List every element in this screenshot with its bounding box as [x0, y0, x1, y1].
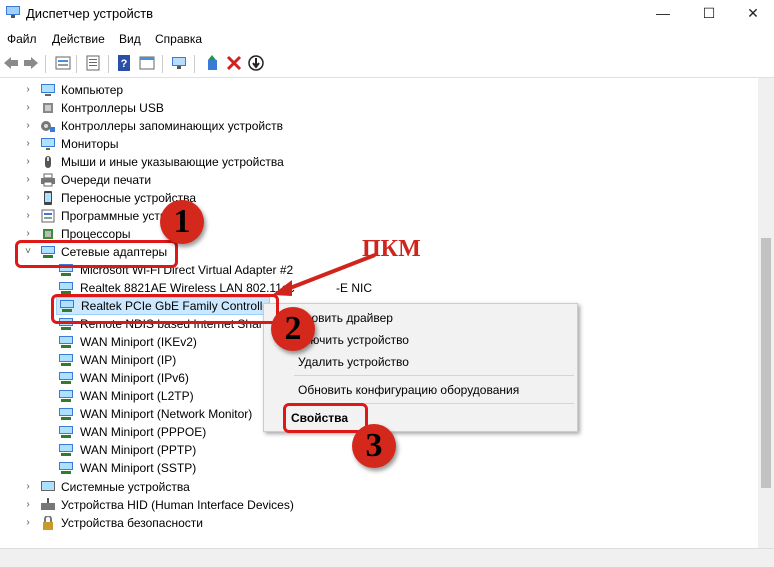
system-device-icon	[41, 481, 55, 491]
network-adapter-icon	[59, 390, 73, 402]
chevron-right-icon[interactable]: ›	[22, 514, 34, 532]
toolbar-separator	[194, 55, 195, 73]
network-adapter-icon	[59, 444, 73, 456]
menu-item-scan-hardware[interactable]: Обновить конфигурацию оборудования	[298, 383, 519, 397]
tree-view-icon[interactable]	[54, 54, 72, 72]
callout-network-adapters	[15, 240, 178, 268]
step-badge-3: 3	[352, 424, 396, 468]
monitor-icon	[41, 138, 55, 150]
properties-icon[interactable]	[84, 54, 102, 72]
tree-item-label: Контроллеры запоминающих устройств	[61, 119, 283, 133]
status-bar	[0, 548, 774, 567]
network-adapter-icon	[59, 336, 73, 348]
close-button[interactable]: ✕	[738, 2, 768, 24]
tree-item-label: Системные устройства	[61, 480, 190, 494]
tree-item-label: Контроллеры USB	[61, 101, 164, 115]
menu-item-disable-device[interactable]: ключить устройство	[298, 333, 409, 347]
step-badge-1: 1	[160, 200, 204, 244]
tree-item-label: Устройства безопасности	[61, 516, 203, 530]
uninstall-icon[interactable]	[225, 54, 243, 72]
chevron-right-icon[interactable]: ›	[22, 117, 34, 135]
chevron-right-icon[interactable]: ›	[22, 99, 34, 117]
adapter-label: WAN Miniport (L2TP)	[80, 389, 194, 403]
tree-item-label: Компьютер	[61, 83, 124, 97]
update-driver-icon[interactable]	[203, 54, 221, 72]
pkm-annotation: ПКМ	[362, 236, 421, 262]
window-title: Диспетчер устройств	[26, 6, 154, 21]
adapter-label: WAN Miniport (PPTP)	[80, 443, 197, 457]
network-adapter-icon	[59, 282, 73, 294]
menu-separator	[294, 375, 574, 376]
computer-icon	[41, 84, 55, 96]
chevron-right-icon[interactable]: ›	[22, 496, 34, 514]
maximize-button[interactable]: ☐	[694, 2, 724, 24]
printer-icon	[41, 173, 55, 187]
help-icon[interactable]: ?	[116, 54, 134, 72]
toolbar: ?	[0, 51, 774, 78]
chevron-right-icon[interactable]: ›	[22, 81, 34, 99]
chevron-right-icon[interactable]: ›	[22, 207, 34, 225]
adapter-label: WAN Miniport (SSTP)	[80, 461, 197, 475]
chevron-right-icon[interactable]: ›	[22, 135, 34, 153]
toolbar-separator	[45, 55, 46, 73]
title-bar: Диспетчер устройств — ☐ ✕	[0, 0, 774, 28]
device-manager-icon	[6, 6, 20, 18]
scrollbar-thumb[interactable]	[761, 238, 771, 488]
portable-device-icon	[44, 191, 52, 205]
menu-bar: Файл Действие Вид Справка	[0, 28, 774, 50]
storage-controller-icon	[41, 121, 55, 132]
toolbar-separator	[108, 55, 109, 73]
network-adapter-icon	[59, 462, 73, 474]
chevron-right-icon[interactable]: ›	[22, 171, 34, 189]
step-badge-2: 2	[271, 307, 315, 351]
chevron-right-icon[interactable]: ›	[22, 153, 34, 171]
callout-selected-adapter	[51, 294, 279, 324]
forward-arrow-icon[interactable]	[22, 54, 40, 72]
menu-view[interactable]: Вид	[119, 32, 141, 46]
adapter-label: WAN Miniport (Network Monitor)	[80, 407, 253, 421]
menu-file[interactable]: Файл	[7, 32, 37, 46]
back-arrow-icon[interactable]	[2, 54, 20, 72]
adapter-label: WAN Miniport (IPv6)	[80, 371, 189, 385]
adapter-label: WAN Miniport (PPPOE)	[80, 425, 207, 439]
tree-item-label: Мыши и иные указывающие устройства	[61, 155, 284, 169]
tree-item-label: Устройства HID (Human Interface Devices)	[61, 498, 294, 512]
mouse-icon	[45, 156, 51, 168]
network-adapter-icon	[59, 354, 73, 366]
security-device-icon	[43, 516, 53, 530]
callout-properties	[283, 403, 368, 433]
adapter-label: WAN Miniport (IP)	[80, 353, 177, 367]
chevron-right-icon[interactable]: ›	[22, 189, 34, 207]
tree-item-label: Мониторы	[61, 137, 119, 151]
vertical-scrollbar[interactable]	[758, 78, 774, 548]
menu-action[interactable]: Действие	[52, 32, 105, 46]
usb-icon	[43, 103, 53, 113]
tree-item-label: Программные устр	[61, 209, 167, 223]
network-adapter-icon	[59, 408, 73, 420]
disable-device-icon[interactable]	[247, 54, 265, 72]
minimize-button[interactable]: —	[648, 2, 678, 24]
toolbar-separator	[162, 55, 163, 73]
scan-hardware-icon[interactable]	[170, 54, 188, 72]
software-device-icon	[41, 209, 55, 223]
chevron-right-icon[interactable]: ›	[22, 478, 34, 496]
adapter-label: WAN Miniport (IKEv2)	[80, 335, 197, 349]
processor-icon	[43, 229, 53, 239]
network-adapter-icon	[59, 372, 73, 384]
console-view-icon[interactable]	[138, 54, 156, 72]
network-adapter-icon	[59, 426, 73, 438]
toolbar-separator	[76, 55, 77, 73]
svg-text:?: ?	[121, 58, 128, 70]
menu-item-remove-device[interactable]: Удалить устройство	[298, 355, 409, 369]
hid-icon	[41, 498, 55, 510]
menu-help[interactable]: Справка	[155, 32, 202, 46]
tree-item-label: Очереди печати	[61, 173, 152, 187]
